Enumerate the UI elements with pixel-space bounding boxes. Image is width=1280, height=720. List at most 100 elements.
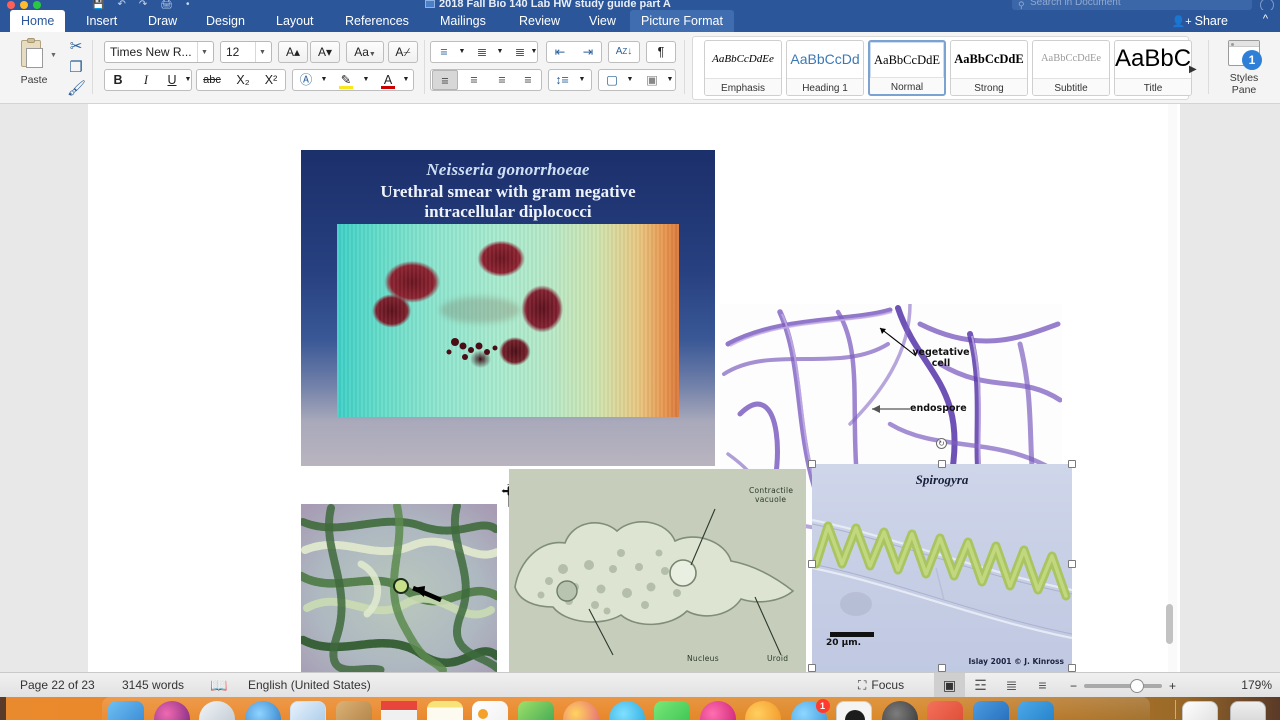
- dock-right-section[interactable]: [1182, 701, 1266, 720]
- account-icon[interactable]: [1260, 0, 1274, 10]
- dock-item-contacts[interactable]: [335, 701, 372, 720]
- font-name-combobox[interactable]: Times New R... ▼: [104, 41, 214, 63]
- chevron-down-icon[interactable]: ▼: [400, 69, 412, 91]
- chevron-down-icon[interactable]: ▼: [50, 52, 57, 59]
- style-subtitle[interactable]: AaBbCcDdEe Subtitle: [1032, 40, 1110, 96]
- font-size-combobox[interactable]: 12 ▼: [220, 41, 272, 63]
- web-layout-icon[interactable]: ☲: [965, 673, 996, 698]
- paintbrush-icon[interactable]: 🖌: [67, 80, 86, 98]
- zoom-control[interactable]: − +: [1070, 673, 1176, 698]
- dock-item-trash[interactable]: [1230, 701, 1266, 720]
- zoom-in-button[interactable]: +: [1169, 679, 1176, 693]
- print-icon[interactable]: 🖨: [160, 0, 173, 10]
- chevron-down-icon[interactable]: ▼: [576, 69, 588, 91]
- style-heading-1[interactable]: AaBbCcDd Heading 1: [786, 40, 864, 96]
- chevron-down-icon[interactable]: ▼: [664, 69, 676, 91]
- document-canvas[interactable]: Neisseria gonorrhoeae Urethral smear wit…: [0, 104, 1280, 672]
- pilcrow-icon[interactable]: ¶: [648, 41, 674, 63]
- selection-handle-middle-left[interactable]: [808, 560, 816, 568]
- clear-formatting-icon[interactable]: A⌿: [388, 41, 418, 63]
- text-effects-icon[interactable]: Ⓐ: [294, 69, 318, 91]
- tab-home[interactable]: Home: [10, 10, 66, 32]
- macos-dock[interactable]: 1: [0, 697, 1280, 720]
- chevron-down-icon[interactable]: ▼: [182, 69, 194, 91]
- draft-icon[interactable]: ≡: [1027, 673, 1058, 698]
- dock-item-mail[interactable]: [290, 701, 326, 720]
- dock-item-notes[interactable]: [426, 701, 463, 720]
- selection-handle-top-left[interactable]: [808, 460, 816, 468]
- paste-label[interactable]: Paste: [6, 74, 62, 86]
- dock-item-excel-blue[interactable]: [1018, 701, 1054, 720]
- tab-insert[interactable]: Insert: [75, 10, 128, 32]
- save-icon[interactable]: 💾: [92, 0, 104, 10]
- scissors-icon[interactable]: ✂: [67, 38, 85, 56]
- dock-item-emoji-app[interactable]: [745, 701, 781, 720]
- outline-icon[interactable]: ≣: [996, 673, 1027, 698]
- search-input[interactable]: ⚲ Search in Document: [1012, 0, 1252, 10]
- dock-item-calendar[interactable]: [381, 701, 417, 720]
- language-indicator[interactable]: English (United States): [248, 673, 371, 698]
- underline-button[interactable]: U: [160, 69, 184, 91]
- minimize-window-button[interactable]: [20, 1, 28, 9]
- focus-mode-button[interactable]: ⛶ Focus: [858, 673, 904, 698]
- dock-item-opera[interactable]: [881, 701, 918, 720]
- justify-icon[interactable]: ≡: [516, 69, 540, 91]
- close-window-button[interactable]: [7, 1, 15, 9]
- page-indicator[interactable]: Page 22 of 23: [20, 673, 95, 698]
- tab-references[interactable]: References: [334, 10, 420, 32]
- highlight-icon[interactable]: ✎: [334, 69, 358, 91]
- dock-item-preview[interactable]: [199, 701, 235, 720]
- styles-pane-button[interactable]: 1 Styles Pane: [1212, 32, 1276, 104]
- vertical-scrollbar[interactable]: [1166, 104, 1177, 672]
- document-page[interactable]: Neisseria gonorrhoeae Urethral smear wit…: [88, 104, 1180, 672]
- dock-item-finder[interactable]: [108, 701, 144, 720]
- word-count[interactable]: 3145 words: [122, 673, 184, 698]
- change-case-icon[interactable]: Aa▼: [346, 41, 384, 63]
- selection-handle-top-center[interactable]: [938, 460, 946, 468]
- align-right-icon[interactable]: ≡: [490, 69, 514, 91]
- chevron-down-icon[interactable]: ▼: [494, 41, 506, 63]
- chevron-down-icon[interactable]: ▼: [624, 69, 636, 91]
- subscript-button[interactable]: X₂: [230, 69, 256, 91]
- rotation-handle[interactable]: ↻: [936, 438, 947, 449]
- chevron-up-icon[interactable]: ^: [1263, 13, 1268, 25]
- style-emphasis[interactable]: AaBbCcDdEe Emphasis: [704, 40, 782, 96]
- sort-az-icon[interactable]: AZ↓: [610, 41, 638, 63]
- selection-handle-bottom-left[interactable]: [808, 664, 816, 672]
- tab-draw[interactable]: Draw: [137, 10, 188, 32]
- tab-picture-format[interactable]: Picture Format: [630, 10, 734, 32]
- bold-button[interactable]: B: [106, 69, 130, 91]
- paste-icon[interactable]: [18, 38, 44, 70]
- grow-font-icon[interactable]: A▴: [278, 41, 308, 63]
- proofing-errors-icon[interactable]: 📖: [210, 673, 227, 698]
- font-color-icon[interactable]: A: [376, 69, 400, 91]
- style-title[interactable]: AaBbC Title: [1114, 40, 1192, 96]
- dock-app-list[interactable]: 1: [108, 699, 1054, 720]
- tab-layout[interactable]: Layout: [265, 10, 325, 32]
- dock-item-photos[interactable]: [153, 701, 190, 720]
- copy-icon[interactable]: ❐: [67, 59, 85, 77]
- strikethrough-button[interactable]: abc: [196, 69, 228, 91]
- tab-view[interactable]: View: [578, 10, 627, 32]
- selection-handle-bottom-right[interactable]: [1068, 664, 1076, 672]
- undo-icon[interactable]: ↶: [117, 0, 125, 10]
- zoom-window-button[interactable]: [33, 1, 41, 9]
- more-icon[interactable]: •: [186, 0, 190, 10]
- scrollbar-thumb[interactable]: [1166, 604, 1173, 644]
- dock-item-app-store[interactable]: [563, 701, 599, 720]
- share-button[interactable]: 👤+ Share: [1172, 12, 1228, 30]
- shading-icon[interactable]: ▢: [600, 69, 624, 91]
- chevron-down-icon[interactable]: ▼: [318, 69, 330, 91]
- borders-icon[interactable]: ▣: [640, 69, 664, 91]
- dock-item-word[interactable]: [972, 701, 1009, 720]
- zoom-out-button[interactable]: −: [1070, 679, 1077, 693]
- bullet-list-icon[interactable]: ≡: [432, 41, 456, 63]
- chevron-down-icon[interactable]: ▼: [456, 41, 468, 63]
- chevron-down-icon[interactable]: ▼: [255, 42, 269, 62]
- dock-item-facetime[interactable]: [654, 701, 690, 720]
- tab-mailings[interactable]: Mailings: [429, 10, 497, 32]
- print-layout-icon[interactable]: ▣: [934, 673, 965, 698]
- chevron-down-icon[interactable]: ▼: [360, 69, 372, 91]
- traffic-lights[interactable]: [7, 1, 41, 9]
- selection-handle-top-right[interactable]: [1068, 460, 1076, 468]
